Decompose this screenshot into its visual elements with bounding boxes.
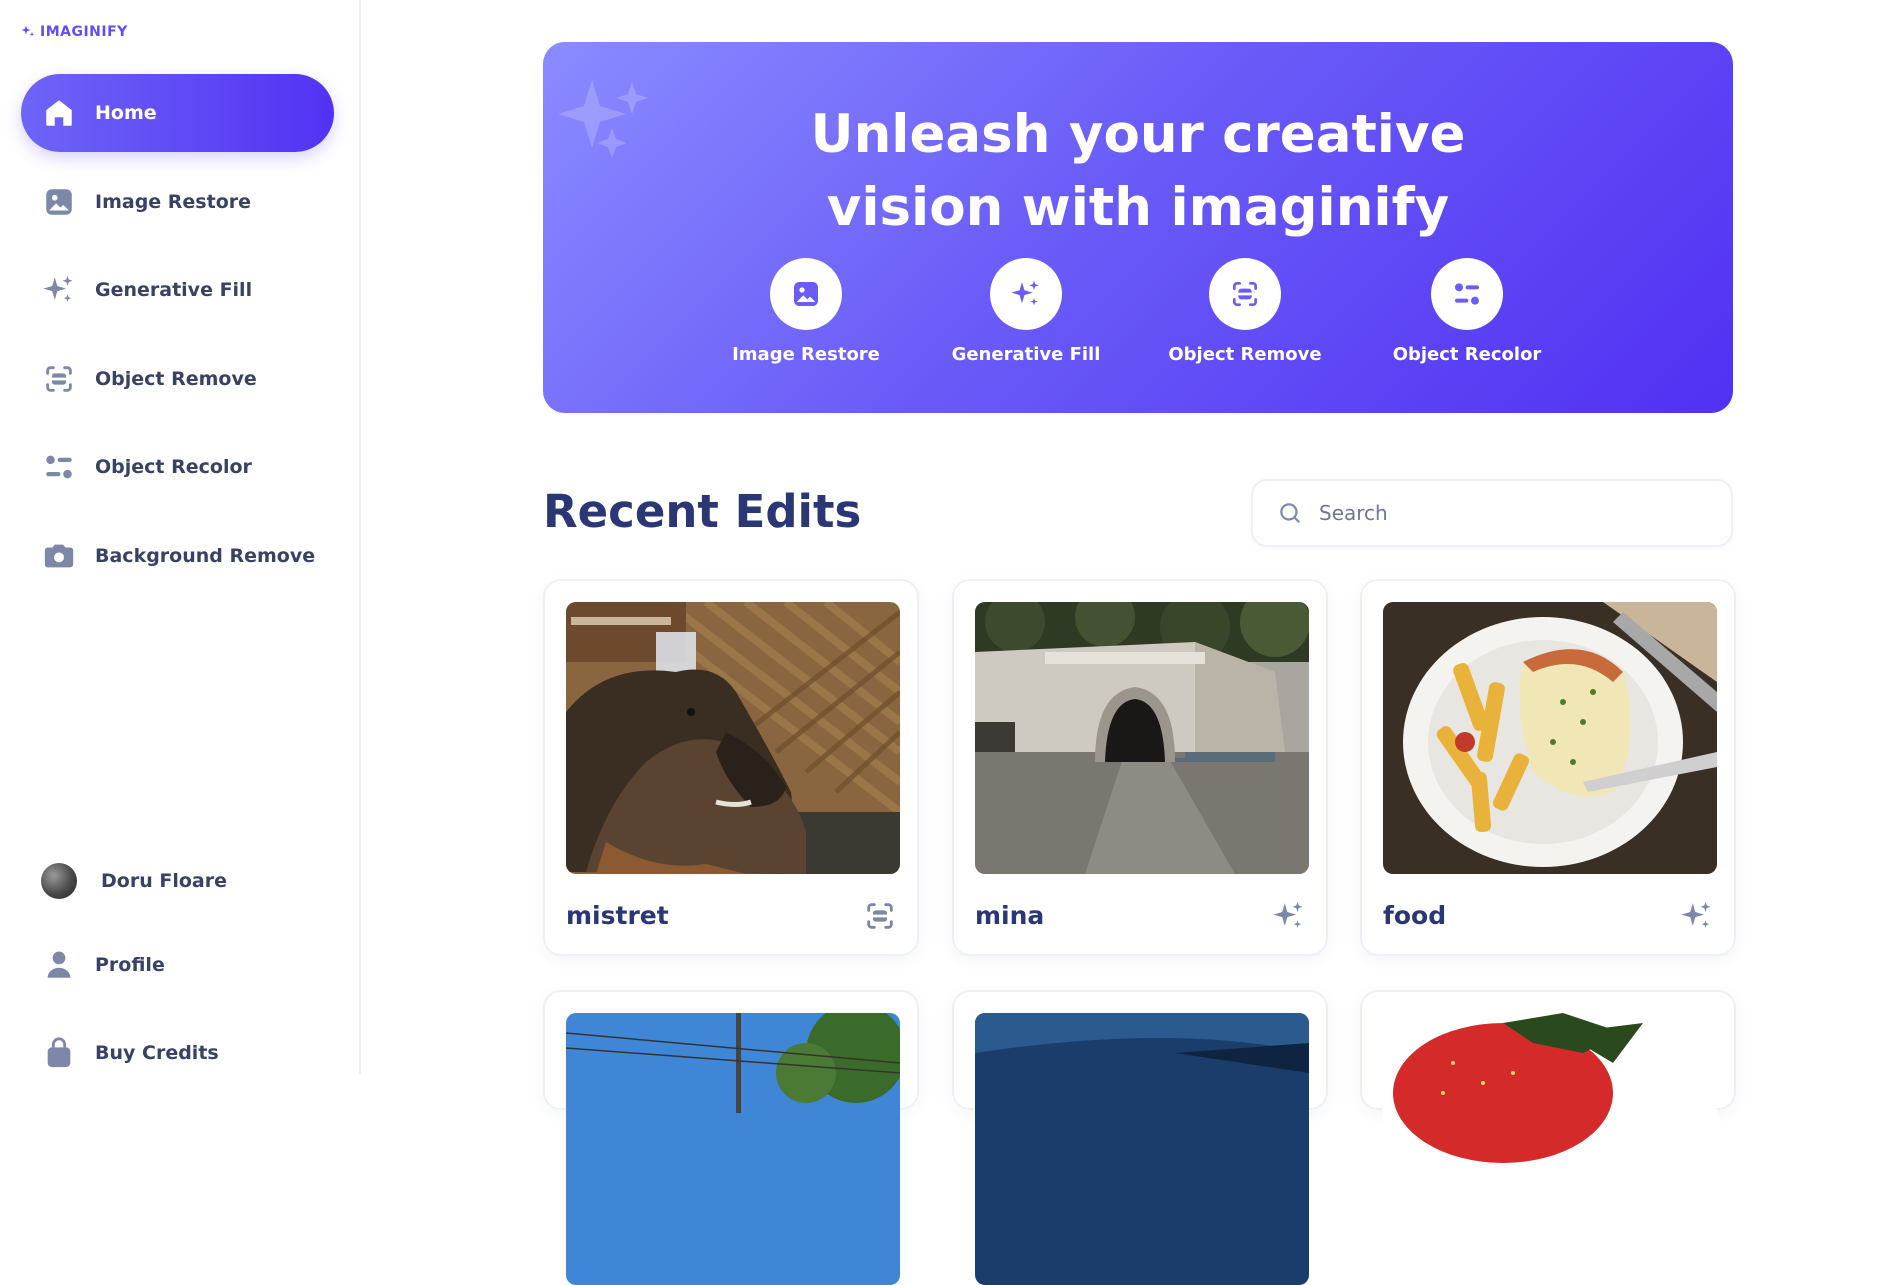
logo-text: IMAGINIFY (40, 24, 128, 40)
image-card-mina[interactable]: mina (952, 579, 1328, 956)
image-card[interactable] (543, 990, 919, 1285)
hero-tool-label: Image Restore (732, 344, 880, 365)
image-icon (770, 258, 842, 330)
hero-banner: Unleash your creative vision with imagin… (543, 42, 1733, 413)
card-title: food (1383, 901, 1447, 930)
user-icon (41, 947, 77, 983)
filter-icon (1431, 258, 1503, 330)
bag-icon (41, 1035, 77, 1071)
hero-title-line-1: Unleash your creative (810, 104, 1466, 165)
logo-sparkles-icon (21, 25, 35, 37)
sidebar-item-label: Object Remove (95, 368, 257, 390)
hero-tool-image-restore[interactable]: Image Restore (706, 258, 906, 365)
sparkles-icon (1272, 899, 1306, 933)
sparkles-icon (990, 258, 1062, 330)
card-image[interactable] (975, 602, 1309, 874)
card-image[interactable] (1383, 1013, 1717, 1285)
camera-icon (41, 538, 77, 574)
user-name: Doru Floare (101, 870, 227, 892)
scan-icon (863, 899, 897, 933)
sidebar-item-label: Image Restore (95, 191, 252, 213)
image-card-mistret[interactable]: mistret (543, 579, 919, 956)
hero-title-line-2: vision with imaginify (826, 177, 1450, 238)
card-image[interactable] (566, 1013, 900, 1285)
sidebar-item-label: Buy Credits (95, 1042, 219, 1064)
recent-edits-title: Recent Edits (543, 485, 862, 538)
search-icon (1280, 503, 1300, 523)
sidebar-item-label: Home (95, 102, 157, 124)
sidebar-item-label: Background Remove (95, 545, 316, 567)
hero-tool-generative-fill[interactable]: Generative Fill (926, 258, 1126, 365)
card-title: mistret (566, 901, 669, 930)
filter-icon (41, 449, 77, 485)
home-icon (41, 95, 77, 131)
sidebar-item-label: Profile (95, 954, 165, 976)
sidebar-item-generative-fill[interactable]: Generative Fill (21, 251, 334, 329)
app-logo[interactable]: IMAGINIFY (20, 24, 128, 40)
sidebar-item-background-remove[interactable]: Background Remove (21, 517, 334, 595)
hero-tool-label: Object Recolor (1392, 344, 1542, 365)
hero-tool-object-remove[interactable]: Object Remove (1145, 258, 1345, 365)
image-icon (41, 184, 77, 220)
sidebar-user[interactable]: Doru Floare (21, 842, 334, 920)
sidebar: IMAGINIFY Home Image Restore Generative … (0, 0, 361, 1074)
sparkles-icon (1680, 899, 1714, 933)
sidebar-item-label: Object Recolor (95, 456, 252, 478)
hero-title: Unleash your creative vision with imagin… (543, 98, 1733, 244)
search-input[interactable] (1319, 501, 1699, 525)
sparkles-icon (41, 272, 77, 308)
card-image[interactable] (566, 602, 900, 874)
hero-tool-object-recolor[interactable]: Object Recolor (1367, 258, 1567, 365)
sidebar-item-label: Generative Fill (95, 279, 253, 301)
image-card[interactable] (1360, 990, 1736, 1285)
scan-icon (41, 361, 77, 397)
hero-tool-label: Object Remove (1168, 344, 1322, 365)
card-image[interactable] (975, 1013, 1309, 1285)
image-card[interactable] (952, 990, 1328, 1285)
sidebar-item-buy-credits[interactable]: Buy Credits (21, 1014, 334, 1092)
card-title: mina (975, 901, 1045, 930)
hero-tool-label: Generative Fill (951, 344, 1101, 365)
image-card-food[interactable]: food (1360, 579, 1736, 956)
search-box[interactable] (1251, 479, 1733, 547)
sidebar-item-profile[interactable]: Profile (21, 926, 334, 1004)
scan-icon (1209, 258, 1281, 330)
avatar (41, 863, 77, 899)
sidebar-item-object-remove[interactable]: Object Remove (21, 340, 334, 418)
sidebar-item-object-recolor[interactable]: Object Recolor (21, 428, 334, 506)
card-image[interactable] (1383, 602, 1717, 874)
sidebar-item-image-restore[interactable]: Image Restore (21, 163, 334, 241)
sidebar-item-home[interactable]: Home (21, 74, 334, 152)
